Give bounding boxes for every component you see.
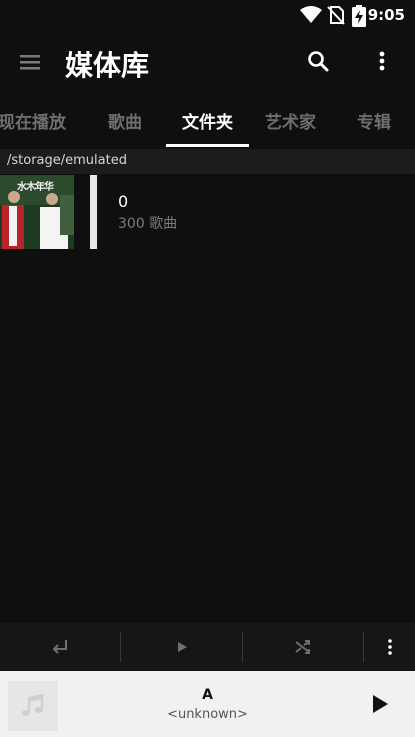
more-vertical-icon[interactable] [370, 48, 394, 76]
tab-artists[interactable]: 艺术家 [265, 108, 316, 133]
album-art-edge [90, 175, 97, 249]
now-playing-artist: <unknown> [167, 707, 248, 722]
playback-toolbar [0, 623, 415, 671]
search-icon[interactable] [305, 48, 333, 76]
now-playing-title: A [202, 687, 213, 703]
tab-bar: 现在播放 歌曲 文件夹 艺术家 专辑 [0, 96, 415, 148]
album-art-text: 水木年华 [17, 182, 54, 193]
menu-icon[interactable] [18, 50, 44, 76]
tab-songs[interactable]: 歌曲 [108, 108, 142, 133]
app-bar: 媒体库 [0, 30, 415, 96]
folder-song-count: 300 歌曲 [118, 216, 178, 232]
no-sim-icon [327, 6, 345, 25]
play-queue-button[interactable] [121, 623, 242, 671]
wifi-icon [300, 6, 322, 23]
more-vertical-icon [387, 639, 392, 655]
battery-charging-icon [352, 5, 366, 27]
toolbar-more-button[interactable] [364, 623, 415, 671]
shuffle-button[interactable] [243, 623, 363, 671]
folder-name: 0 [118, 192, 129, 211]
tab-now-playing[interactable]: 现在播放 [0, 108, 66, 133]
list-item[interactable]: 水木年华 0 300 歌曲 [0, 175, 415, 249]
album-art: 水木年华 [0, 175, 74, 249]
play-icon [177, 642, 187, 652]
status-time: 9:05 [367, 6, 405, 24]
shuffle-icon [295, 640, 310, 654]
tab-indicator [166, 144, 249, 147]
play-icon[interactable] [365, 690, 393, 718]
return-arrow-icon [52, 640, 67, 654]
repeat-button[interactable] [0, 623, 120, 671]
page-title: 媒体库 [65, 49, 150, 82]
path-text: /storage/emulated [7, 153, 127, 168]
breadcrumb[interactable]: /storage/emulated [0, 149, 415, 174]
tab-folders[interactable]: 文件夹 [182, 108, 233, 133]
tab-albums[interactable]: 专辑 [357, 108, 391, 133]
status-bar: 9:05 [0, 0, 415, 30]
now-playing-bar[interactable]: A <unknown> [0, 671, 415, 737]
